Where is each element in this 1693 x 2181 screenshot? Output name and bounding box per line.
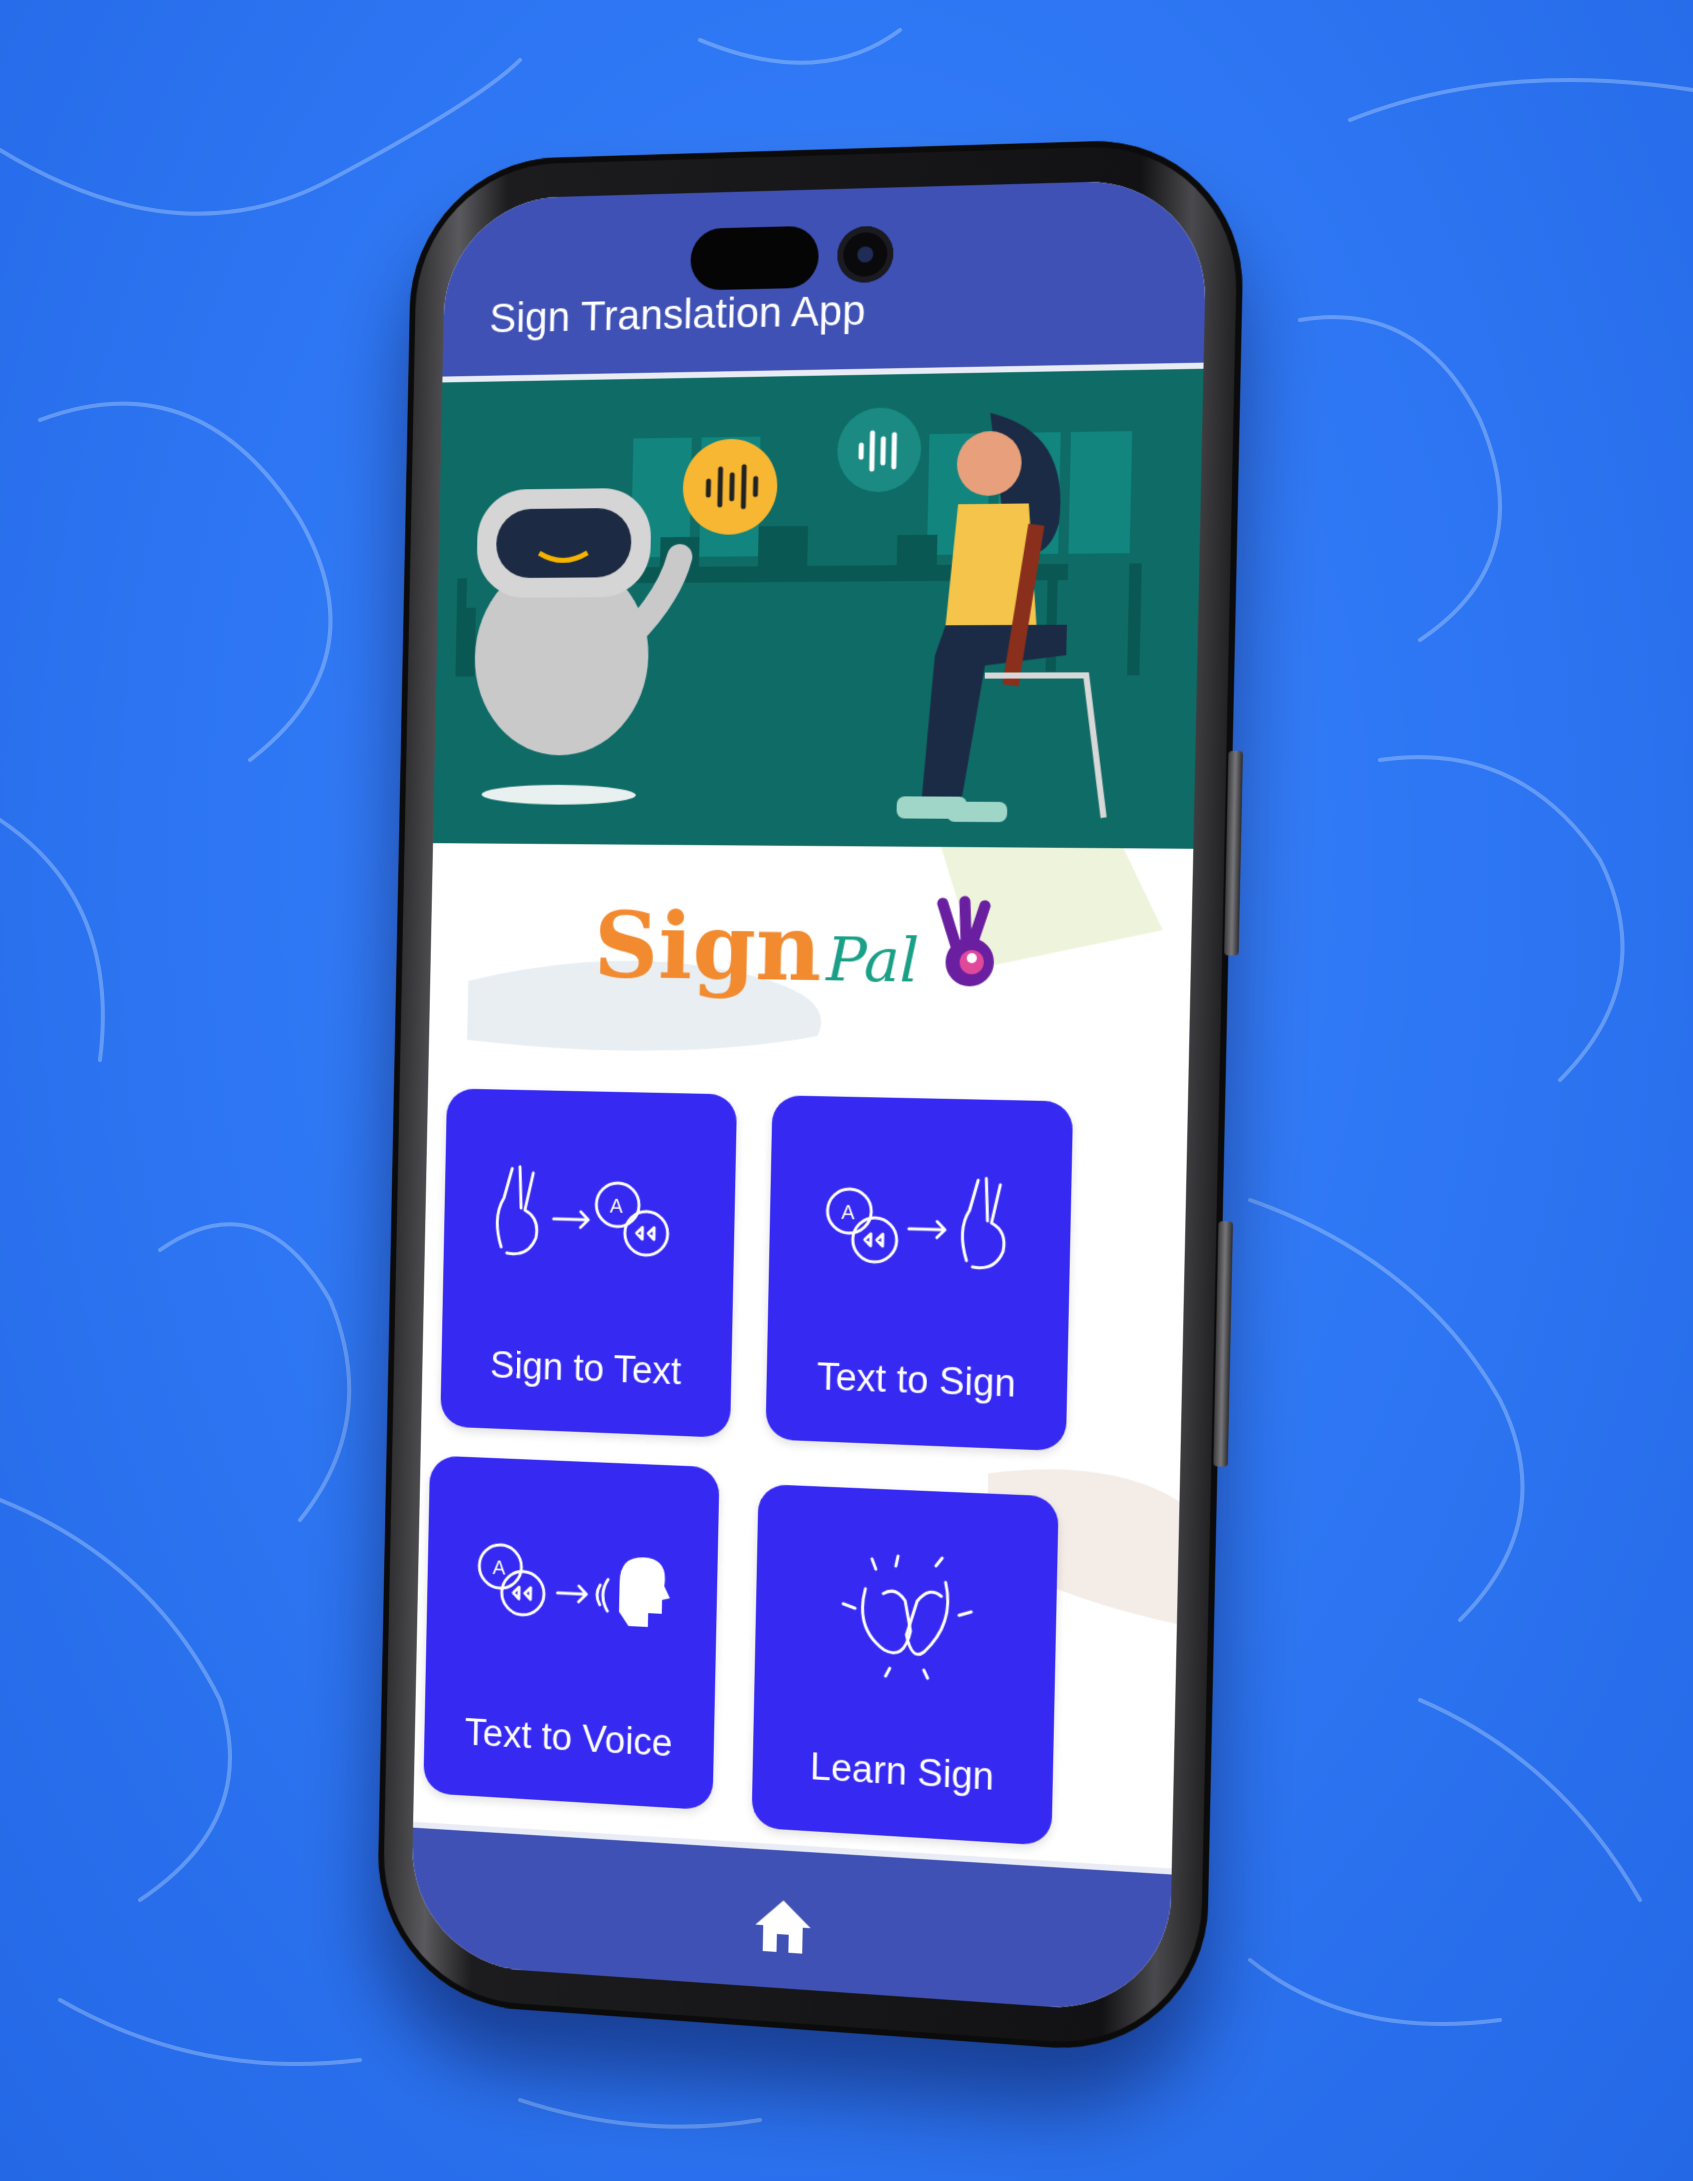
brand-pal-text: Pal <box>825 925 920 997</box>
app-title: Sign Translation App <box>488 286 866 342</box>
learn-sign-icon <box>794 1546 1017 1687</box>
brand-sign-text: Sign <box>592 891 823 1003</box>
home-icon[interactable] <box>751 1892 816 1960</box>
hero-illustration <box>433 368 1204 849</box>
sign-to-text-icon: A <box>481 1148 696 1282</box>
app-bar: Sign Translation App <box>442 178 1208 383</box>
text-to-sign-icon: A <box>808 1156 1031 1293</box>
svg-text:A: A <box>492 1557 506 1580</box>
learn-sign-label: Learn Sign <box>809 1746 995 1799</box>
dynamic-island <box>690 225 820 291</box>
phone-screen: Sign Translation App Sign Pal A Sign to … <box>410 178 1208 2016</box>
text-to-voice-icon: A <box>464 1516 671 1629</box>
learn-sign-tile[interactable]: Learn Sign <box>751 1483 1059 1846</box>
sign-to-text-label: Sign to Text <box>489 1344 682 1394</box>
text-to-sign-label: Text to Sign <box>816 1356 1017 1406</box>
robot-and-woman-illustration <box>433 368 1204 849</box>
power-button <box>1224 750 1243 956</box>
svg-text:A: A <box>610 1195 624 1217</box>
phone-mockup: Sign Translation App Sign Pal A Sign to … <box>375 136 1266 2080</box>
text-to-voice-tile[interactable]: A Text to Voice <box>423 1455 720 1811</box>
signpal-logo: Sign Pal <box>593 892 1010 1005</box>
svg-text:A: A <box>841 1202 856 1225</box>
sign-to-text-tile[interactable]: A Sign to Text <box>440 1088 738 1438</box>
text-to-sign-tile[interactable]: A Text to Sign <box>765 1095 1074 1452</box>
hand-ok-logo-icon <box>927 895 1010 987</box>
main-content: Sign Pal A Sign to Text A Text to Sign A… <box>413 843 1194 1869</box>
text-to-voice-label: Text to Voice <box>464 1712 673 1766</box>
